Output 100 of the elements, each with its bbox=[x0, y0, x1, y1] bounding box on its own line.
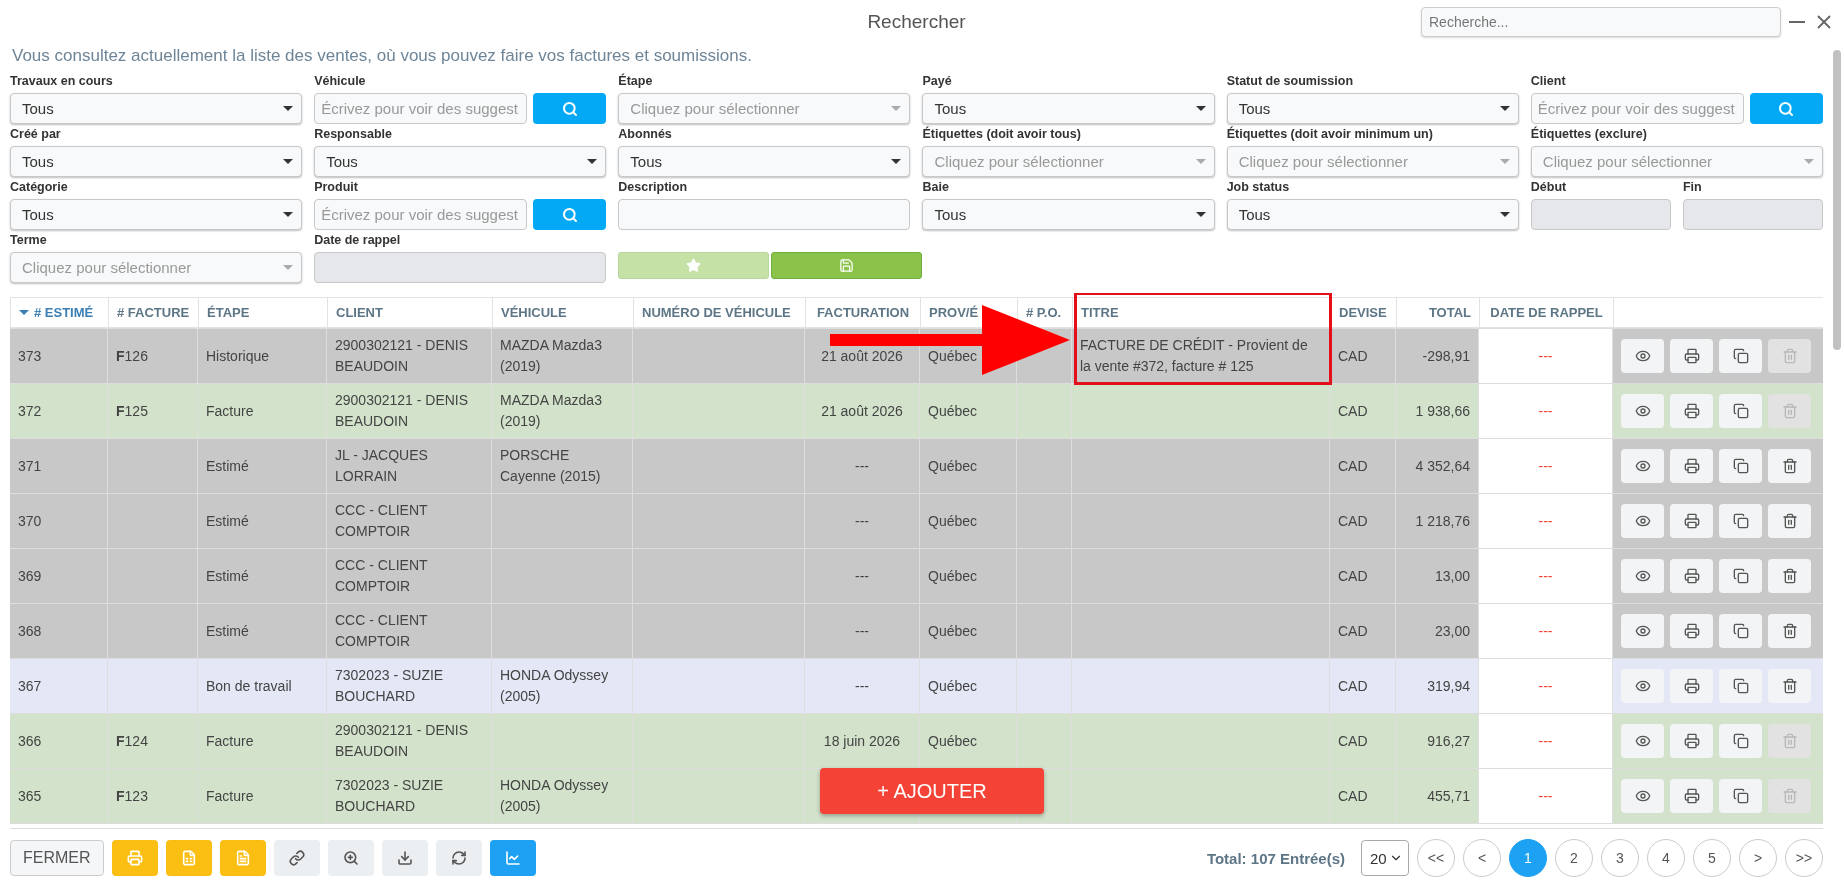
print-button[interactable] bbox=[1670, 449, 1713, 483]
duplicate-button[interactable] bbox=[1719, 669, 1762, 703]
field-label: Étiquettes (doit avoir tous) bbox=[922, 127, 1082, 143]
table-cell-text: Facture bbox=[206, 401, 254, 421]
page-button[interactable]: > bbox=[1739, 839, 1777, 877]
view-button[interactable] bbox=[1621, 339, 1664, 373]
date-field[interactable] bbox=[1530, 199, 1671, 230]
table-row[interactable]: 372 F125 Facture 2900302121 - DENIS BEAUDOIN MAZDA Mazda3 (2019) 21 août 2026 Québec CAD 1 938,66 --- bbox=[10, 384, 1823, 439]
print-button[interactable] bbox=[1670, 504, 1713, 538]
table-row[interactable]: 367 Bon de travail 7302023 - SUZIE BOUCHARD HONDA Odyssey (2005) --- Québec CAD 319,94 --- bbox=[10, 659, 1823, 714]
delete-button[interactable] bbox=[1768, 559, 1811, 593]
close-button[interactable]: FERMER bbox=[10, 840, 104, 876]
dropdown[interactable]: Tous bbox=[10, 93, 303, 124]
table-cell-text: CCC - CLIENT COMPTOIR bbox=[335, 611, 429, 651]
table-cell-text: 1 938,66 bbox=[1415, 401, 1470, 421]
duplicate-button[interactable] bbox=[1719, 779, 1762, 813]
search-field[interactable]: Écrivez pour voir des suggest bbox=[1530, 93, 1744, 124]
table-cell-text: HONDA Odyssey (2005) bbox=[500, 666, 610, 706]
zoom-in-button[interactable] bbox=[327, 840, 374, 876]
table-cell-text: Québec bbox=[928, 621, 978, 641]
date-field[interactable] bbox=[314, 252, 607, 283]
download-button[interactable] bbox=[381, 840, 428, 876]
print-button[interactable] bbox=[1670, 669, 1713, 703]
dropdown[interactable]: Tous bbox=[10, 146, 303, 177]
view-button[interactable] bbox=[1621, 724, 1664, 758]
print-button[interactable] bbox=[1670, 339, 1713, 373]
duplicate-button[interactable] bbox=[1719, 724, 1762, 758]
dropdown[interactable]: Tous bbox=[618, 146, 911, 177]
table-row[interactable]: 371 Estimé JL - JACQUES LORRAIN PORSCHE Cayenne (2015) --- Québec CAD 4 352,64 --- bbox=[10, 439, 1823, 494]
duplicate-button[interactable] bbox=[1719, 449, 1762, 483]
page-button[interactable]: 4 bbox=[1647, 839, 1685, 877]
page-size-select[interactable]: 20 bbox=[1361, 840, 1409, 876]
duplicate-button[interactable] bbox=[1719, 614, 1762, 648]
table-row[interactable]: 369 Estimé CCC - CLIENT COMPTOIR --- Québec CAD 13,00 --- bbox=[10, 549, 1823, 604]
chart-button[interactable] bbox=[489, 840, 536, 876]
minimize-icon bbox=[1789, 21, 1805, 23]
table-cell-text: Québec bbox=[928, 456, 978, 476]
duplicate-button[interactable] bbox=[1719, 339, 1762, 373]
view-button[interactable] bbox=[1621, 504, 1664, 538]
table-cell-text: 1 218,76 bbox=[1415, 511, 1470, 531]
table-row[interactable]: 366 F124 Facture 2900302121 - DENIS BEAUDOIN 18 juin 2026 Québec CAD 916,27 --- bbox=[10, 714, 1823, 769]
page-button[interactable]: << bbox=[1417, 839, 1455, 877]
field-label: Étiquettes (exclure) bbox=[1530, 127, 1648, 143]
table-cell-text: JL - JACQUES LORRAIN bbox=[335, 446, 429, 486]
dropdown[interactable]: Tous bbox=[922, 93, 1215, 124]
search-button[interactable] bbox=[533, 93, 607, 124]
refresh-button[interactable] bbox=[435, 840, 482, 876]
duplicate-button[interactable] bbox=[1719, 504, 1762, 538]
add-button[interactable]: + AJOUTER bbox=[820, 768, 1044, 814]
dropdown[interactable]: Tous bbox=[1226, 93, 1519, 124]
page-button[interactable]: 2 bbox=[1555, 839, 1593, 877]
table-cell-text: Estimé bbox=[206, 621, 249, 641]
search-field[interactable]: Écrivez pour voir des suggest bbox=[314, 199, 528, 230]
table-cell-text: 370 bbox=[18, 511, 42, 531]
delete-button[interactable] bbox=[1768, 669, 1811, 703]
text-field[interactable] bbox=[618, 199, 911, 230]
page-button[interactable]: 5 bbox=[1693, 839, 1731, 877]
delete-button[interactable] bbox=[1768, 614, 1811, 648]
view-button[interactable] bbox=[1621, 449, 1664, 483]
date-field[interactable] bbox=[1682, 199, 1823, 230]
delete-button[interactable] bbox=[1768, 504, 1811, 538]
duplicate-button[interactable] bbox=[1719, 394, 1762, 428]
table-row[interactable]: 373 F126 Historique 2900302121 - DENIS BEAUDOIN MAZDA Mazda3 (2019) 21 août 2026 Québec FACTURE DE CRÉDIT - Provient de la vente #372, facture # 125 CAD -298,91 --- bbox=[10, 329, 1823, 384]
view-button[interactable] bbox=[1621, 669, 1664, 703]
table-cell-text: --- bbox=[1538, 676, 1553, 696]
link-button[interactable] bbox=[273, 840, 320, 876]
search-field[interactable]: Recherche... bbox=[1421, 7, 1781, 37]
delete-button[interactable] bbox=[1768, 449, 1811, 483]
column-header[interactable]: ÉTAPE bbox=[207, 305, 250, 320]
print-button[interactable] bbox=[1670, 559, 1713, 593]
view-button[interactable] bbox=[1621, 559, 1664, 593]
dropdown[interactable]: Tous bbox=[922, 199, 1215, 230]
table-row[interactable]: 368 Estimé CCC - CLIENT COMPTOIR --- Québec CAD 23,00 --- bbox=[10, 604, 1823, 659]
table-cell-text: CAD bbox=[1338, 401, 1368, 421]
view-button[interactable] bbox=[1621, 779, 1664, 813]
print-button[interactable] bbox=[1670, 614, 1713, 648]
column-header[interactable]: TITRE bbox=[1081, 305, 1119, 320]
column-header[interactable]: CLIENT bbox=[336, 305, 383, 320]
dropdown[interactable]: Tous bbox=[1226, 199, 1519, 230]
duplicate-button[interactable] bbox=[1719, 559, 1762, 593]
print-button[interactable] bbox=[1670, 394, 1713, 428]
dropdown[interactable]: Tous bbox=[314, 146, 607, 177]
eye-icon bbox=[1634, 458, 1651, 474]
print-button[interactable] bbox=[1670, 779, 1713, 813]
page-button[interactable]: 3 bbox=[1601, 839, 1639, 877]
field-label: Description bbox=[618, 180, 689, 196]
view-button[interactable] bbox=[1621, 394, 1664, 428]
page-button[interactable]: >> bbox=[1785, 839, 1823, 877]
table-row[interactable]: 370 Estimé CCC - CLIENT COMPTOIR --- Québec CAD 1 218,76 --- bbox=[10, 494, 1823, 549]
dropdown[interactable]: Tous bbox=[10, 199, 303, 230]
print-button[interactable] bbox=[1670, 724, 1713, 758]
page-button[interactable]: < bbox=[1463, 839, 1501, 877]
search-field[interactable]: Écrivez pour voir des suggest bbox=[314, 93, 528, 124]
scrollbar[interactable] bbox=[1833, 50, 1841, 350]
copy-icon bbox=[1732, 623, 1749, 639]
view-button[interactable] bbox=[1621, 614, 1664, 648]
field-label: Étiquettes (doit avoir minimum un) bbox=[1226, 127, 1434, 143]
table-cell-text: --- bbox=[1538, 566, 1553, 586]
table-cell-text: 2900302121 - DENIS BEAUDOIN bbox=[335, 721, 470, 761]
search-button[interactable] bbox=[533, 199, 607, 230]
